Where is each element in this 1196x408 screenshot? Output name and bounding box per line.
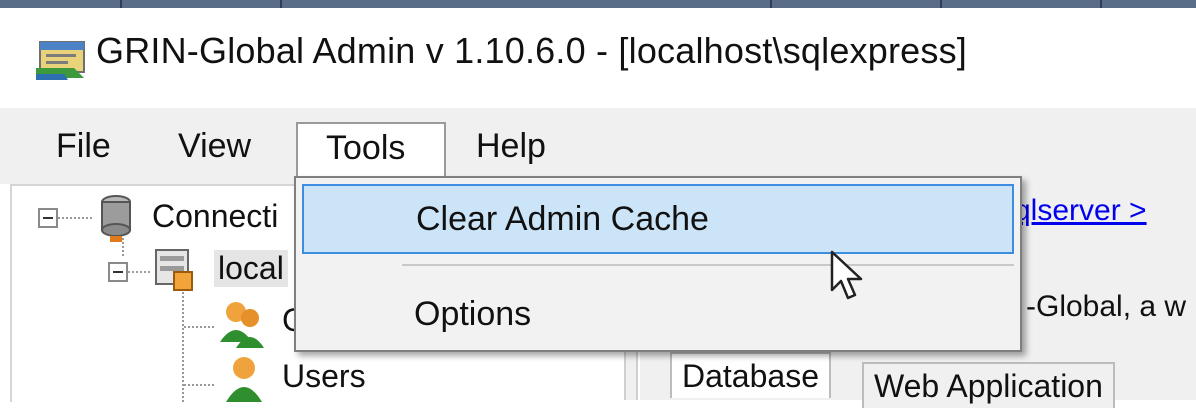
collapse-connections-toggle[interactable] bbox=[38, 208, 58, 228]
server-link[interactable]: qlserver > bbox=[1014, 194, 1147, 228]
app-icon bbox=[36, 41, 85, 80]
tree-item-localhost[interactable]: local bbox=[214, 250, 288, 287]
tools-dropdown-menu: Clear Admin Cache Options bbox=[294, 176, 1022, 352]
tree-item-connections[interactable]: Connecti bbox=[152, 198, 278, 235]
menu-item-options[interactable]: Options bbox=[302, 280, 1014, 350]
menu-file[interactable]: File bbox=[56, 122, 111, 178]
menu-view[interactable]: View bbox=[178, 122, 251, 178]
mouse-pointer-icon bbox=[830, 250, 863, 300]
server-icon bbox=[155, 249, 193, 291]
database-icon bbox=[101, 195, 131, 242]
tab-database[interactable]: Database bbox=[670, 352, 831, 398]
users-group-icon bbox=[220, 302, 264, 348]
tree-item-users[interactable]: Users bbox=[282, 358, 366, 395]
menu-help[interactable]: Help bbox=[476, 122, 546, 178]
top-edge-strip bbox=[0, 0, 1196, 8]
user-icon bbox=[226, 357, 262, 402]
menu-bar: File View Tools Help bbox=[0, 108, 1196, 184]
title-bar: GRIN-Global Admin v 1.10.6.0 - [localhos… bbox=[0, 8, 1196, 108]
tab-web-application[interactable]: Web Application bbox=[862, 362, 1115, 408]
menu-item-clear-admin-cache[interactable]: Clear Admin Cache bbox=[302, 184, 1014, 254]
window-title: GRIN-Global Admin v 1.10.6.0 - [localhos… bbox=[96, 30, 967, 71]
collapse-localhost-toggle[interactable] bbox=[108, 262, 128, 282]
menu-separator bbox=[402, 264, 1014, 266]
menu-tools[interactable]: Tools bbox=[296, 122, 446, 178]
info-text: -Global, a w bbox=[1026, 290, 1187, 323]
